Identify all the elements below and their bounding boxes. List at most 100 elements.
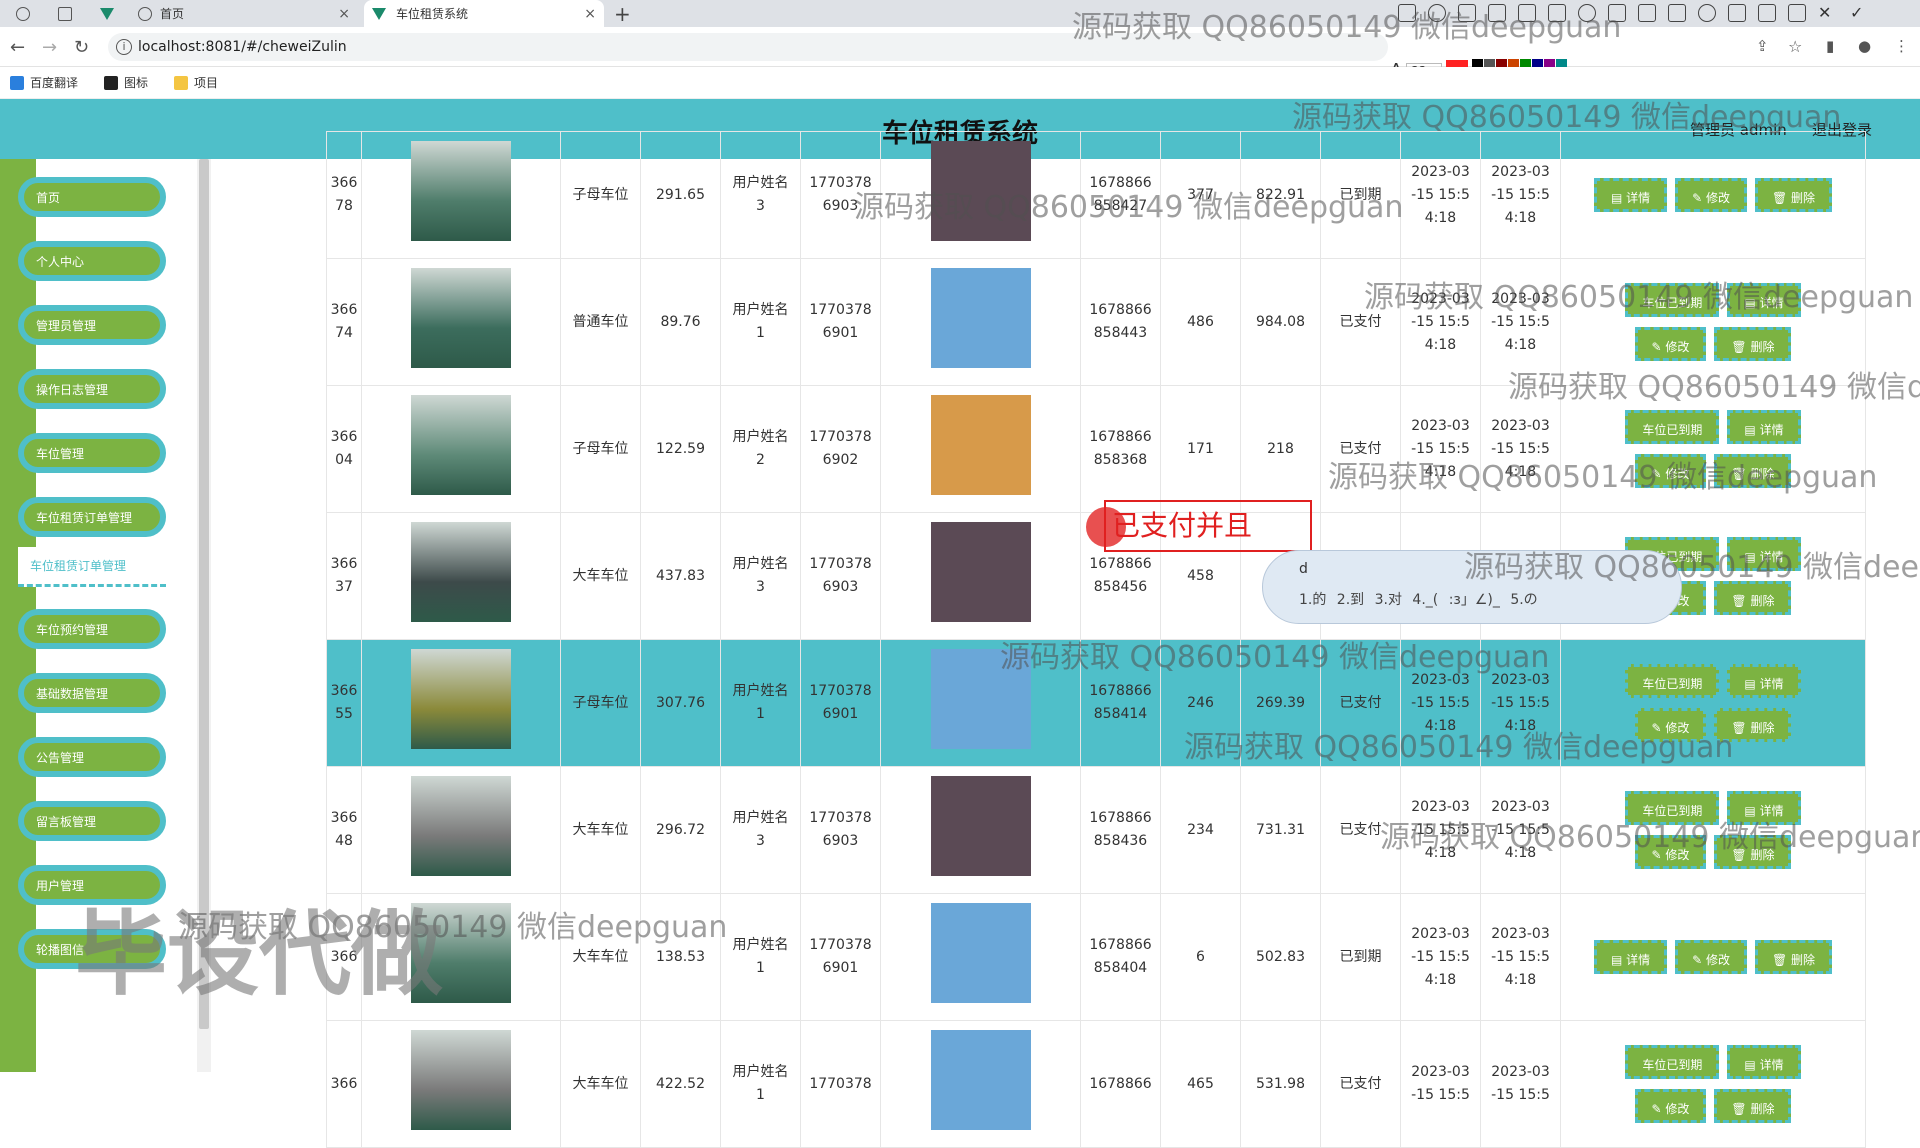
close-icon[interactable]: × (338, 6, 350, 22)
bookmark-baidu-translate[interactable]: 百度翻译 (10, 74, 78, 91)
close-tool-icon[interactable]: ✕ (1818, 4, 1836, 22)
sidebar-item[interactable]: 基础数据管理 (18, 673, 166, 713)
bookmark-icons[interactable]: 图标 (104, 74, 148, 91)
expire-button[interactable]: 车位已到期 (1625, 1045, 1720, 1079)
sidebar-item[interactable]: 轮播图信 (18, 929, 166, 969)
sidebar-item[interactable]: 首页 (18, 177, 166, 217)
ime-candidate-window[interactable]: d 1.的 2.到 3.对 4._( :з」∠)_ 5.の (1262, 550, 1682, 624)
table-row[interactable]: 366 大车车位 422.52 用户姓名 1 1770378 1678866 465 531.… (326, 1020, 1866, 1148)
ime-candidates[interactable]: 1.的 2.到 3.对 4._( :з」∠)_ 5.の (1299, 589, 1538, 609)
detail-button[interactable]: ▤ 详情 (1727, 410, 1801, 444)
user-avatar (930, 141, 1031, 241)
arrow-tool-icon[interactable] (1458, 4, 1476, 22)
cell-code: 366 74 (326, 258, 362, 386)
tab-home[interactable]: 首页 × (130, 0, 358, 27)
edit-button[interactable]: ✎ 修改 (1675, 178, 1747, 212)
sidebar-item[interactable]: 个人中心 (18, 241, 166, 281)
expire-button[interactable]: 车位已到期 (1625, 664, 1720, 698)
detail-button[interactable]: ▤ 详情 (1727, 283, 1801, 317)
sidebar-item[interactable]: 车位管理 (18, 433, 166, 473)
sidebar-item[interactable]: 车位租赁订单管理 (18, 497, 166, 537)
cell-code: 366 55 (326, 639, 362, 767)
forward-icon[interactable]: → (42, 37, 57, 58)
star-icon[interactable]: ☆ (1788, 37, 1802, 56)
done-tool-icon[interactable]: ✓ (1850, 4, 1910, 22)
reload-icon[interactable]: ↻ (74, 37, 89, 58)
bookmark-tool-icon[interactable] (1788, 4, 1806, 22)
cell-type: 子母车位 (560, 131, 641, 259)
edit-button[interactable]: ✎ 修改 (1634, 708, 1707, 742)
sidebar-scrollbar-thumb[interactable] (199, 159, 209, 1029)
profile-icon[interactable]: ● (1858, 37, 1871, 55)
close-icon[interactable]: × (584, 6, 596, 22)
url-field[interactable]: i localhost:8081/#/cheweiZulin (108, 33, 1388, 61)
back-icon[interactable]: ← (10, 37, 25, 58)
pinned-vue-tab[interactable] (92, 0, 132, 27)
sidebar-item[interactable]: 操作日志管理 (18, 369, 166, 409)
new-tab-button[interactable]: + (614, 2, 631, 26)
annotation-textbox[interactable]: 已支付并且 (1104, 500, 1312, 552)
pen-tool-icon[interactable] (1488, 4, 1506, 22)
detail-button[interactable]: ▤ 详情 (1727, 664, 1801, 698)
edit-button[interactable]: ✎ 修改 (1634, 1089, 1707, 1123)
cell-actions: 车位已到期▤ 详情 ✎ 修改🗑 删除 (1560, 258, 1866, 386)
mosaic-tool-icon[interactable] (1548, 4, 1566, 22)
edit-button[interactable]: ✎ 修改 (1634, 327, 1707, 361)
bookmark-projects[interactable]: 项目 (174, 74, 218, 91)
detail-button[interactable]: ▤ 详情 (1727, 791, 1801, 825)
sidebar-item[interactable]: 留言板管理 (18, 801, 166, 841)
copy-tool-icon[interactable] (1638, 4, 1656, 22)
detail-button[interactable]: ▤ 详情 (1727, 1045, 1801, 1079)
screenshot-tool-icon[interactable] (1398, 4, 1416, 22)
share-icon[interactable]: ⇪ (1756, 37, 1769, 55)
detail-button[interactable]: ▤ 详情 (1593, 178, 1668, 212)
url-text: localhost:8081/#/cheweiZulin (138, 39, 347, 55)
save-tool-icon[interactable] (1608, 4, 1626, 22)
delete-button[interactable]: 🗑 删除 (1714, 835, 1792, 869)
info-icon[interactable]: i (116, 39, 132, 55)
table-row[interactable]: 366 48 大车车位 296.72 用户姓名 3 1770378 6903 167886… (326, 766, 1866, 894)
sidebar-item[interactable]: 车位租赁订单管理 (18, 547, 166, 587)
text-tool-icon[interactable] (1518, 4, 1536, 22)
cell-start-time: 2023-03 -15 15:5 (1400, 1020, 1481, 1148)
delete-button[interactable]: 🗑 删除 (1714, 1089, 1792, 1123)
table-row[interactable]: 366 78 子母车位 291.65 用户姓名 3 1770378 6903 167886… (326, 131, 1866, 259)
delete-button[interactable]: 🗑 删除 (1714, 327, 1792, 361)
user-avatar (930, 522, 1031, 622)
table-row[interactable]: 366 74 普通车位 89.76 用户姓名 1 1770378 6901 1678866… (326, 258, 1866, 386)
circle-tool-icon[interactable] (1428, 4, 1446, 22)
cell-type: 大车车位 (560, 1020, 641, 1148)
delete-button[interactable]: 🗑 删除 (1714, 708, 1792, 742)
tab-parking-system[interactable]: 车位租赁系统 × (364, 0, 604, 27)
more-icon[interactable]: ⋮ (1894, 37, 1909, 55)
sidebar-item[interactable]: 用户管理 (18, 865, 166, 905)
detail-button[interactable]: ▤ 详情 (1593, 940, 1668, 974)
delete-button[interactable]: 🗑 删除 (1754, 178, 1833, 212)
browser-menu-icon[interactable] (8, 0, 48, 27)
record-tool-icon[interactable] (1698, 4, 1716, 22)
undo-tool-icon[interactable] (1578, 4, 1596, 22)
pin-tool-icon[interactable] (1668, 4, 1686, 22)
cell-price: 307.76 (640, 639, 721, 767)
table-row[interactable]: 366 55 子母车位 307.76 用户姓名 1 1770378 6901 167886… (326, 639, 1866, 767)
expire-button[interactable]: 车位已到期 (1625, 410, 1720, 444)
download-tool-icon[interactable] (1728, 4, 1746, 22)
delete-button[interactable]: 🗑 删除 (1754, 940, 1833, 974)
pinned-tab[interactable] (50, 0, 90, 27)
phone-tool-icon[interactable] (1758, 4, 1776, 22)
sidebar-item[interactable]: 车位预约管理 (18, 609, 166, 649)
edit-button[interactable]: ✎ 修改 (1634, 454, 1707, 488)
sidebar-toggle-icon[interactable]: ▮ (1826, 37, 1834, 55)
delete-button[interactable]: 🗑 删除 (1714, 581, 1792, 615)
expire-button[interactable]: 车位已到期 (1625, 283, 1720, 317)
delete-button[interactable]: 🗑 删除 (1714, 454, 1792, 488)
sidebar-item[interactable]: 公告管理 (18, 737, 166, 777)
table-row[interactable]: 366 04 子母车位 122.59 用户姓名 2 1770378 6902 167886… (326, 385, 1866, 513)
expire-button[interactable]: 车位已到期 (1625, 791, 1720, 825)
table-row[interactable]: 366 大车车位 138.53 用户姓名 1 1770378 6901 1678866 8… (326, 893, 1866, 1021)
cell-user-photo (880, 258, 1081, 386)
edit-button[interactable]: ✎ 修改 (1634, 835, 1707, 869)
edit-button[interactable]: ✎ 修改 (1675, 940, 1747, 974)
sidebar-item[interactable]: 管理员管理 (18, 305, 166, 345)
detail-button[interactable]: ▤ 详情 (1727, 537, 1801, 571)
